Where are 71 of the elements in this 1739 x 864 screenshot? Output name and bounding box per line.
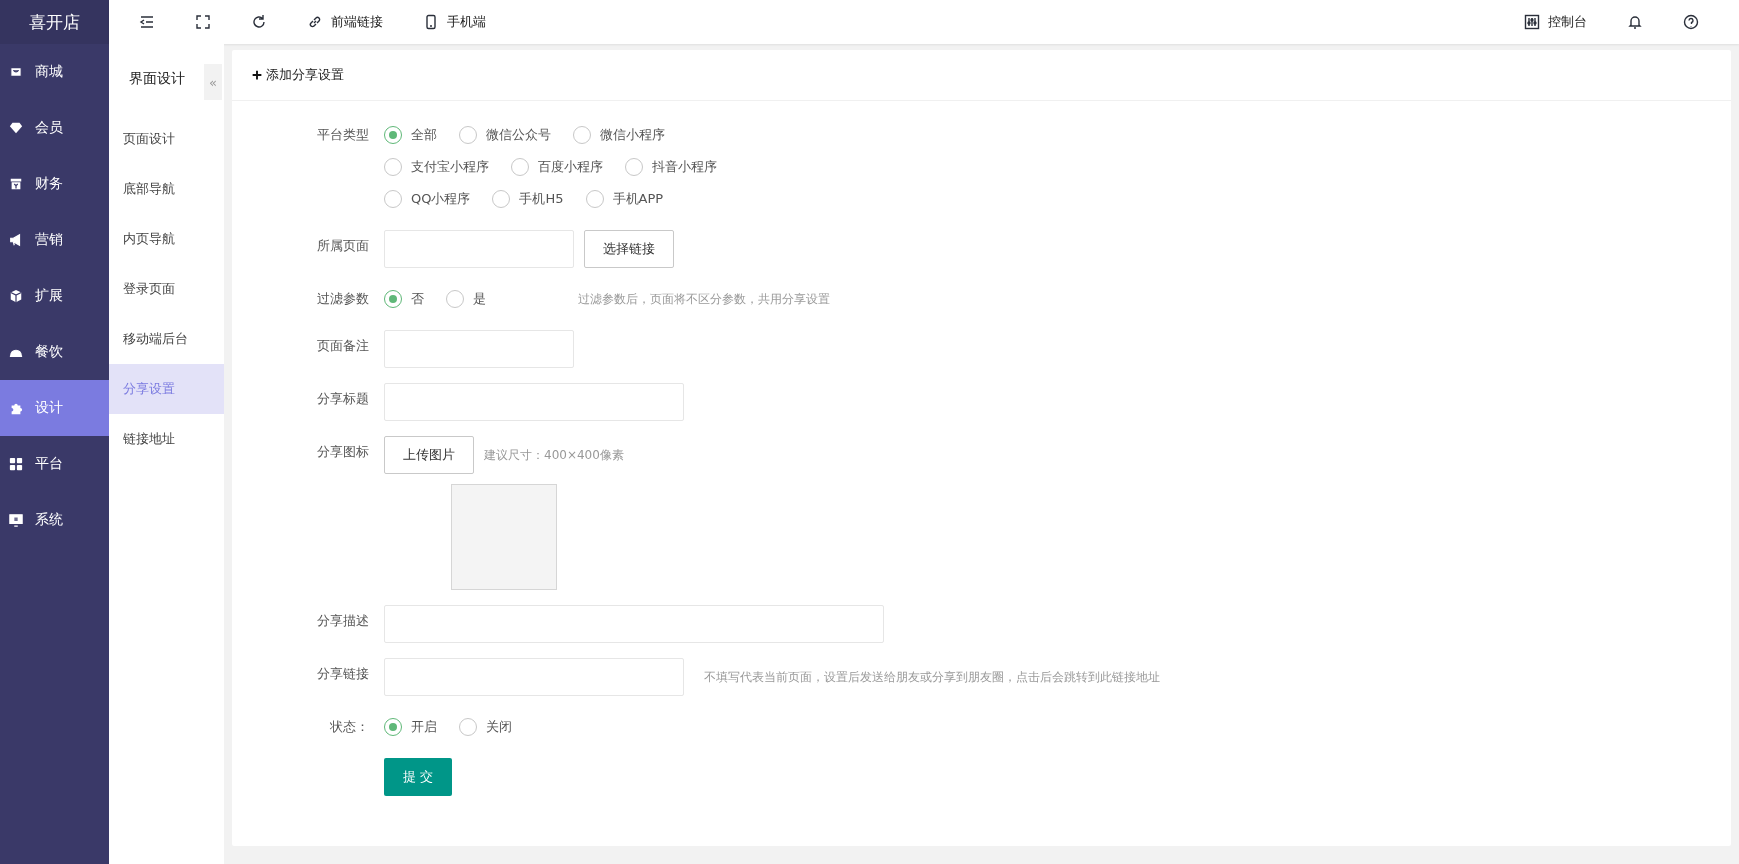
sub-navigation-item[interactable]: 登录页面 [109, 264, 224, 314]
sidebar-item[interactable]: 会员 [0, 100, 109, 156]
panel-title: 添加分享设置 [266, 66, 344, 84]
text-field[interactable] [384, 330, 574, 368]
menu-icon [139, 14, 155, 30]
bell-icon [1627, 14, 1643, 30]
puzzle-icon [9, 401, 23, 415]
section-title: 界面设计 [128, 70, 185, 88]
radio-option[interactable]: 抖音小程序 [625, 158, 717, 176]
sub-navigation-item[interactable]: 底部导航 [109, 164, 224, 214]
brand-logo: 喜开店 [29, 10, 80, 34]
sidebar-item[interactable]: 扩展 [0, 268, 109, 324]
sub-navigation-item[interactable]: 链接地址 [109, 414, 224, 464]
field-label: 页面备注 [316, 337, 369, 355]
radio-option[interactable]: 手机H5 [492, 190, 564, 208]
text-field[interactable] [384, 230, 574, 268]
upload-button[interactable]: 上传图片 [384, 436, 474, 474]
radio-option[interactable]: 微信小程序 [573, 126, 665, 144]
phone-icon [423, 14, 439, 30]
sub-navigation-item[interactable]: 内页导航 [109, 214, 224, 264]
hint-text: 过滤参数后，页面将不区分参数，共用分享设置 [578, 290, 830, 308]
text-field[interactable] [384, 605, 884, 643]
sidebar-item[interactable]: 商城 [0, 44, 109, 100]
radio-option[interactable]: 微信公众号 [459, 126, 551, 144]
sub-navigation-item[interactable]: 移动端后台 [109, 314, 224, 364]
sliders-icon [1524, 14, 1540, 30]
radio-option[interactable]: 百度小程序 [511, 158, 603, 176]
fullscreen-icon [195, 14, 211, 30]
radio-option[interactable]: 支付宝小程序 [384, 158, 489, 176]
select-link-button[interactable]: 选择链接 [584, 230, 674, 268]
cash-box-icon [9, 177, 23, 191]
field-label: 分享描述 [316, 612, 369, 630]
plus-icon [252, 70, 262, 80]
hint-text: 不填写代表当前页面，设置后发送给朋友或分享到朋友圈，点击后会跳转到此链接地址 [704, 668, 1160, 686]
field-label: 分享链接 [316, 665, 369, 683]
radio-option[interactable]: QQ小程序 [384, 190, 471, 208]
field-label: 状态： [329, 718, 369, 736]
field-label: 所属页面 [316, 237, 369, 255]
hint-text: 建议尺寸：400×400像素 [484, 446, 624, 464]
radio-option[interactable]: 关闭 [459, 718, 512, 736]
field-label: 分享图标 [316, 443, 369, 461]
link-icon [307, 14, 323, 30]
toolbar-link[interactable]: 前端链接 [287, 0, 403, 44]
radio-option[interactable]: 全部 [384, 126, 437, 144]
grid-icon [9, 457, 23, 471]
radio-option[interactable]: 手机APP [585, 190, 664, 208]
sub-navigation-item[interactable]: 页面设计 [109, 114, 224, 164]
radio-option[interactable]: 否 [384, 290, 424, 308]
toolbar-link[interactable]: 手机端 [403, 0, 506, 44]
help-icon [1683, 14, 1699, 30]
sidebar-item[interactable]: 财务 [0, 156, 109, 212]
megaphone-icon [9, 233, 23, 247]
gem-icon [9, 121, 23, 135]
sidebar-item[interactable]: 设计 [0, 380, 109, 436]
bag-icon [9, 65, 23, 79]
sidebar-item[interactable]: 餐饮 [0, 324, 109, 380]
field-label: 分享标题 [316, 390, 369, 408]
sidebar-item[interactable]: 营销 [0, 212, 109, 268]
cube-icon [9, 289, 23, 303]
refresh-icon [251, 14, 267, 30]
sidebar-item[interactable]: 平台 [0, 436, 109, 492]
radio-option[interactable]: 开启 [384, 718, 437, 736]
submit-button[interactable]: 提 交 [384, 758, 452, 796]
sidebar-item[interactable]: 系统 [0, 492, 109, 548]
monitor-icon [9, 513, 23, 527]
toolbar-link[interactable]: 控制台 [1504, 0, 1607, 44]
field-label: 过滤参数 [316, 290, 369, 308]
field-label: 平台类型 [316, 126, 369, 144]
radio-option[interactable]: 是 [446, 290, 486, 308]
text-field[interactable] [384, 658, 684, 696]
text-field[interactable] [384, 383, 684, 421]
